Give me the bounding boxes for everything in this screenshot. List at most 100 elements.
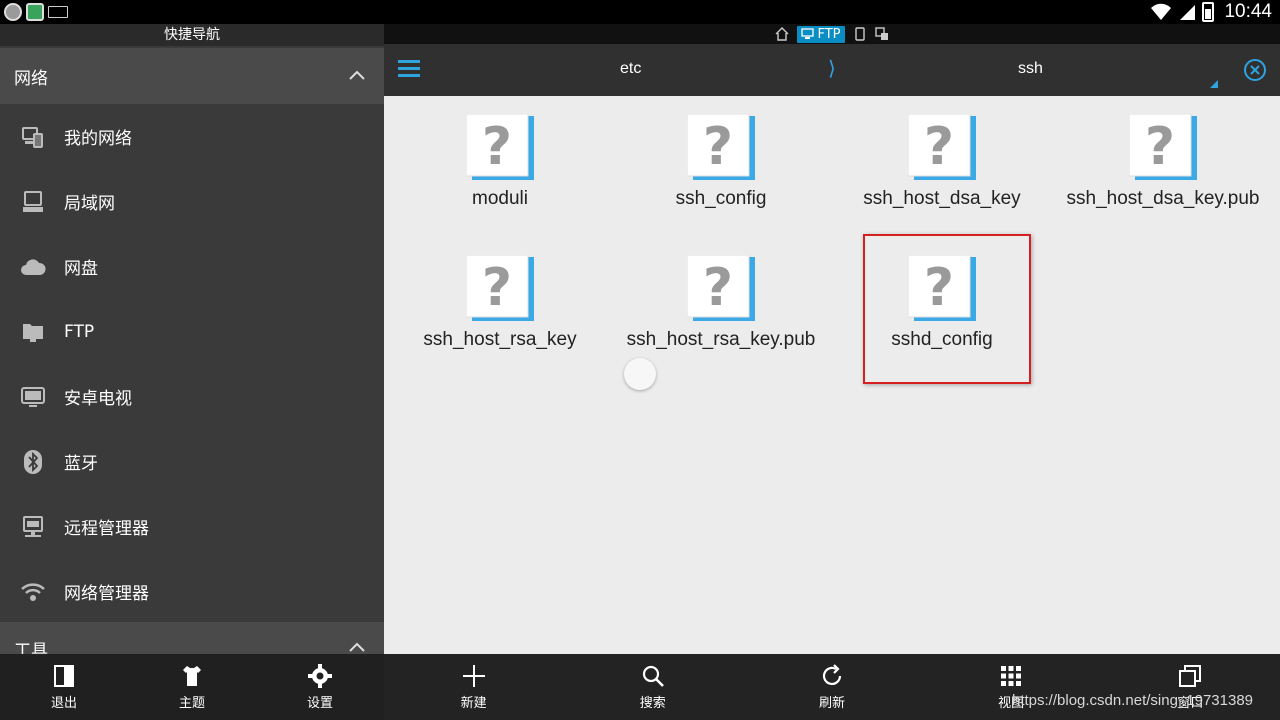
file-name: ssh_host_rsa_key <box>423 329 577 350</box>
my-network-icon <box>20 124 46 150</box>
drawer-title: 快捷导航 <box>0 24 384 46</box>
theme-button[interactable]: 主题 <box>128 654 256 720</box>
multi-window-icon[interactable] <box>874 27 889 41</box>
exit-button[interactable]: 退出 <box>0 654 128 720</box>
window-tabs: FTP <box>384 24 1280 44</box>
svg-text:?: ? <box>703 117 733 177</box>
home-icon[interactable] <box>775 27 789 41</box>
unknown-file-icon: ? <box>466 255 534 321</box>
path-header: etc ⟩ ssh <box>384 44 1280 96</box>
exit-label: 退出 <box>50 695 77 711</box>
tab-ftp-label: FTP <box>817 26 841 42</box>
plus-icon <box>462 664 485 687</box>
file-name: ssh_config <box>675 188 767 209</box>
tv-icon <box>20 384 46 410</box>
new-button[interactable]: 新建 <box>384 654 563 720</box>
remote-ftp-icon <box>20 514 46 540</box>
search-label: 搜索 <box>639 695 666 711</box>
lan-icon <box>20 189 46 215</box>
clock: 10:44 <box>1224 1 1272 22</box>
theme-label: 主题 <box>178 695 205 711</box>
bottom-toolbar: 新建 搜索 刷新 视图 窗口 <box>384 654 1280 720</box>
new-label: 新建 <box>460 695 487 711</box>
drawer-item-label: 蓝牙 <box>64 454 98 474</box>
view-button[interactable]: 视图 <box>922 654 1101 720</box>
keyboard-icon <box>48 6 68 18</box>
drawer-item-bluetooth[interactable]: 蓝牙 <box>0 429 384 494</box>
file-name: ssh_host_dsa_key <box>863 188 1021 209</box>
drawer-item-ftp[interactable]: FTP <box>0 299 384 364</box>
bluetooth-icon <box>20 449 46 475</box>
exit-icon <box>54 664 74 687</box>
drawer-item-cloud[interactable]: 网盘 <box>0 234 384 299</box>
unknown-file-icon: ? <box>908 114 976 180</box>
file-item[interactable]: ? ssh_host_rsa_key <box>400 237 600 357</box>
refresh-label: 刷新 <box>818 695 845 711</box>
ftp-icon <box>801 28 815 39</box>
signal-icon <box>1180 5 1196 20</box>
file-name: ssh_host_dsa_key.pub <box>1066 188 1260 209</box>
breadcrumb-etc[interactable]: etc <box>620 60 641 78</box>
tab-ftp[interactable]: FTP <box>797 25 845 43</box>
drawer-item-network-manager[interactable]: 网络管理器 <box>0 559 384 624</box>
selection-highlight-box <box>863 234 1031 384</box>
svg-text:?: ? <box>1145 117 1175 177</box>
watermark-text: https://blog.csdn.net/sing_19731389 <box>1012 692 1254 709</box>
unknown-file-icon: ? <box>687 255 755 321</box>
chevron-up-icon <box>349 70 365 80</box>
svg-text:?: ? <box>924 117 954 177</box>
drawer-item-lan[interactable]: 局域网 <box>0 169 384 234</box>
search-button[interactable]: 搜索 <box>563 654 742 720</box>
drawer-bottom-bar: 退出 主题 设置 <box>0 654 384 720</box>
search-icon <box>642 665 664 687</box>
breadcrumb-separator: ⟩ <box>828 58 836 80</box>
file-item[interactable]: ? ssh_host_dsa_key <box>842 96 1042 216</box>
svg-text:?: ? <box>482 117 512 177</box>
menu-icon[interactable] <box>398 58 422 80</box>
windows-icon <box>1179 664 1202 687</box>
ftp-folder-icon <box>20 319 46 345</box>
file-name: ssh_host_rsa_key.pub <box>626 329 816 350</box>
drawer-item-my-network[interactable]: 我的网络 <box>0 104 384 169</box>
drawer-item-label: 网盘 <box>64 259 98 279</box>
loading-spinner <box>624 358 656 390</box>
close-icon[interactable] <box>1243 58 1267 82</box>
file-item[interactable]: ? moduli <box>400 96 600 216</box>
refresh-button[interactable]: 刷新 <box>742 654 921 720</box>
app-store-icon <box>26 3 44 21</box>
drawer-item-label: 我的网络 <box>64 129 132 149</box>
refresh-icon <box>822 663 842 685</box>
window-button[interactable]: 窗口 <box>1101 654 1280 720</box>
file-item[interactable]: ? ssh_host_dsa_key.pub <box>1063 96 1263 216</box>
wifi-icon <box>1151 3 1172 20</box>
wifi-manager-icon <box>20 579 46 605</box>
unknown-file-icon: ? <box>1129 114 1197 180</box>
section-network[interactable]: 网络 <box>0 48 384 104</box>
drawer-item-label: 网络管理器 <box>64 584 149 604</box>
dropdown-triangle-icon[interactable] <box>1210 80 1218 88</box>
drawer-item-label: 安卓电视 <box>64 389 132 409</box>
quick-nav-drawer: 快捷导航 网络 我的网络 局域网 网盘 FTP 安卓电视 蓝牙 远程管理器 网络… <box>0 24 384 720</box>
drawer-item-label: 远程管理器 <box>64 519 149 539</box>
gear-icon <box>308 663 332 688</box>
unknown-file-icon: ? <box>466 114 534 180</box>
phone-icon[interactable] <box>853 27 867 41</box>
shirt-icon <box>183 665 201 686</box>
svg-text:?: ? <box>482 258 512 318</box>
settings-button[interactable]: 设置 <box>256 654 384 720</box>
section-tools[interactable]: 工具 <box>0 622 384 658</box>
drawer-item-label: 局域网 <box>64 194 115 214</box>
status-bar: 10:44 <box>0 0 1280 24</box>
settings-label: 设置 <box>306 695 333 711</box>
drawer-item-android-tv[interactable]: 安卓电视 <box>0 364 384 429</box>
grid-view-icon <box>1001 665 1022 686</box>
breadcrumb-ssh[interactable]: ssh <box>1018 60 1043 78</box>
file-grid: ? moduli ? ssh_config ? ssh_host_dsa_key… <box>384 96 1280 654</box>
drawer-item-remote-manager[interactable]: 远程管理器 <box>0 494 384 559</box>
battery-icon <box>1202 2 1215 22</box>
file-item[interactable]: ? ssh_config <box>621 96 821 216</box>
section-network-label: 网络 <box>14 68 48 89</box>
file-name: moduli <box>472 188 528 209</box>
file-item[interactable]: ? ssh_host_rsa_key.pub <box>621 237 821 357</box>
cloud-icon <box>20 254 46 280</box>
